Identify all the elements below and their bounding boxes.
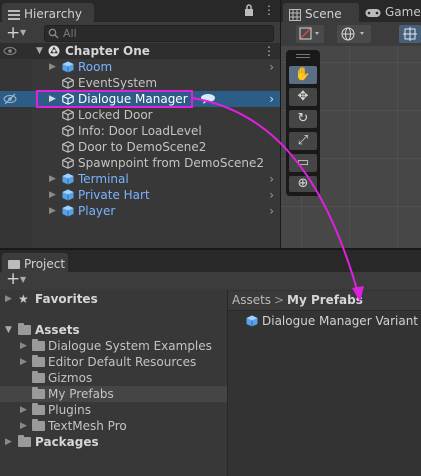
drag-arrow-curve <box>192 97 359 294</box>
drag-arrow-overlay <box>192 97 364 302</box>
drag-arrow-head <box>352 286 364 302</box>
